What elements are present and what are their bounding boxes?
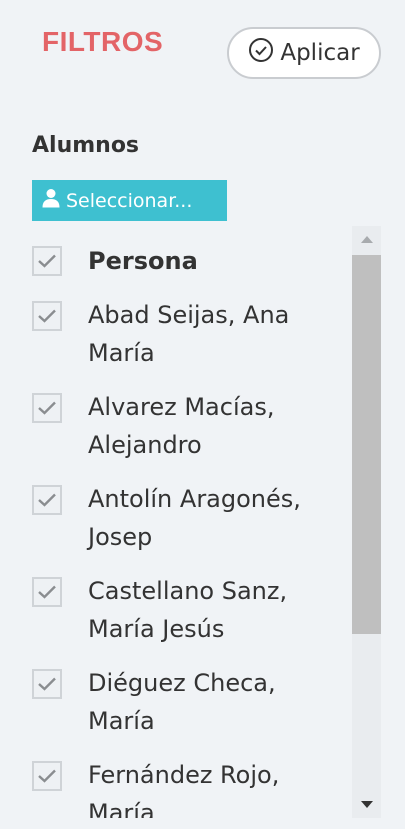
student-list: Persona Abad Seijas, Ana María Alvarez M…	[0, 226, 352, 818]
scroll-down-button[interactable]	[352, 792, 381, 818]
filters-title: FILTROS	[42, 26, 164, 57]
student-name: Abad Seijas, Ana María	[88, 301, 290, 367]
student-checkbox[interactable]	[32, 577, 62, 607]
section-title-alumnos: Alumnos	[32, 133, 140, 158]
student-name: Antolín Aragonés, Josep	[88, 485, 301, 551]
student-name: Fernández Rojo, María	[88, 761, 280, 818]
check-icon	[38, 585, 56, 599]
select-students-button[interactable]: Seleccionar...	[32, 180, 227, 221]
list-item: Alvarez Macías, Alejandro	[0, 372, 352, 464]
student-checkbox[interactable]	[32, 301, 62, 331]
triangle-up-icon	[360, 236, 373, 243]
select-all-checkbox[interactable]	[32, 246, 62, 276]
scroll-thumb[interactable]	[352, 255, 381, 634]
student-name: Diéguez Checa, María	[88, 669, 276, 735]
apply-button-label: Aplicar	[280, 40, 360, 66]
student-checkbox[interactable]	[32, 669, 62, 699]
check-icon	[38, 309, 56, 323]
check-icon	[38, 254, 56, 268]
user-icon	[42, 188, 60, 213]
student-name: Castellano Sanz, María Jesús	[88, 577, 288, 643]
apply-button[interactable]: Aplicar	[227, 27, 381, 79]
list-scrollbar[interactable]	[352, 226, 381, 818]
check-icon	[38, 401, 56, 415]
student-checkbox[interactable]	[32, 761, 62, 791]
list-header-row: Persona	[0, 226, 352, 280]
student-checkbox[interactable]	[32, 485, 62, 515]
list-header-label: Persona	[88, 247, 198, 275]
student-checkbox[interactable]	[32, 393, 62, 423]
list-item: Diéguez Checa, María	[0, 648, 352, 740]
scroll-up-button[interactable]	[352, 226, 381, 252]
list-item: Fernández Rojo, María	[0, 740, 352, 818]
triangle-down-icon	[360, 801, 373, 808]
student-name: Alvarez Macías, Alejandro	[88, 393, 275, 459]
check-icon	[38, 677, 56, 691]
check-icon	[38, 769, 56, 783]
list-item: Abad Seijas, Ana María	[0, 280, 352, 372]
list-item: Antolín Aragonés, Josep	[0, 464, 352, 556]
select-students-label: Seleccionar...	[66, 189, 193, 212]
list-item: Castellano Sanz, María Jesús	[0, 556, 352, 648]
check-icon	[38, 493, 56, 507]
check-circle-icon	[248, 37, 274, 69]
